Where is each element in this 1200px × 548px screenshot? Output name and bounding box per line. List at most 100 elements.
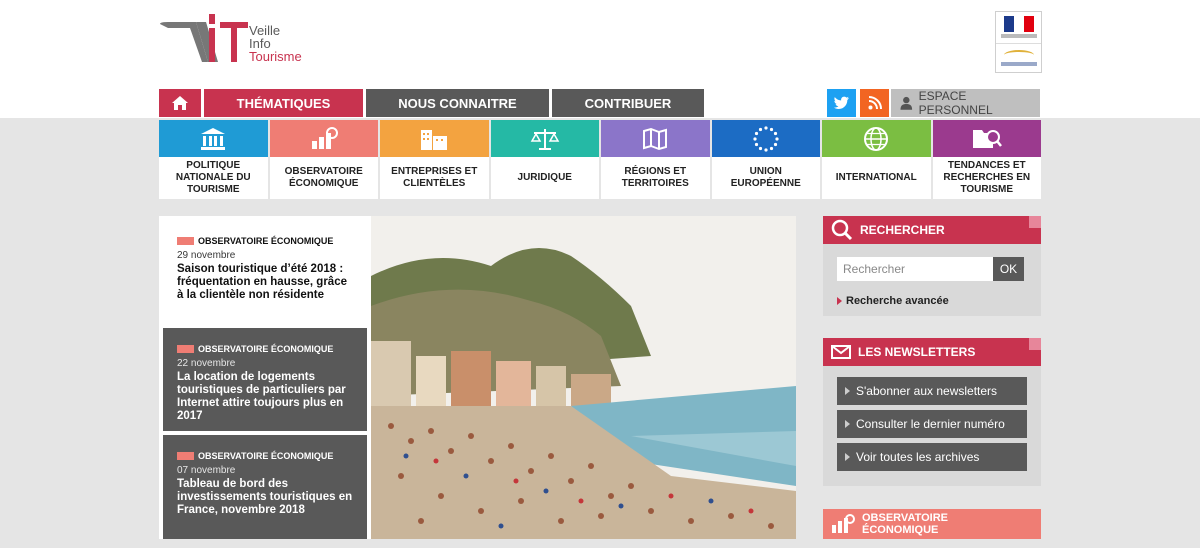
latest-issue-button[interactable]: Consulter le dernier numéro: [837, 410, 1027, 438]
theme-label: UNION EUROPÉENNE: [730, 166, 801, 189]
institution-icon: [201, 127, 226, 150]
news-item[interactable]: Observatoire économique 29 novembre Sais…: [163, 220, 367, 324]
theme-icon-area: [601, 120, 710, 157]
chart-icon: [831, 514, 855, 534]
ministry-text-mark: [1001, 62, 1037, 66]
theme-tendances-recherches[interactable]: TENDANCES ET RECHERCHES EN TOURISME: [932, 120, 1041, 199]
observatoire-panel-header[interactable]: OBSERVATOIRE ÉCONOMIQUE: [823, 509, 1041, 539]
search-panel-body: Rechercher OK Recherche avancée: [823, 244, 1041, 316]
theme-icon-area: [159, 120, 268, 157]
theme-icon-area: [490, 120, 599, 157]
news-category-label: Observatoire économique: [198, 344, 334, 354]
search-ok-button[interactable]: OK: [993, 257, 1024, 281]
theme-icon-area: [711, 120, 820, 157]
themes-bar: POLITIQUE NATIONALE DU TOURISME OBSERVAT…: [159, 120, 1041, 199]
search-panel-header: RECHERCHER: [823, 216, 1041, 244]
search-folder-icon: [972, 129, 1002, 148]
theme-regions-territoires[interactable]: RÉGIONS ET TERRITOIRES: [601, 120, 710, 199]
caret-right-icon: [845, 453, 850, 461]
nav-contribuer[interactable]: CONTRIBUER: [552, 89, 704, 117]
theme-icon-area: [269, 120, 378, 157]
newsletters-panel: LES NEWSLETTERS S'abonner aux newsletter…: [823, 338, 1041, 486]
news-category: Observatoire économique: [177, 451, 353, 461]
observatoire-title-line1: OBSERVATOIRE: [862, 512, 948, 524]
news-category: Observatoire économique: [177, 344, 353, 354]
theme-label: TENDANCES ET RECHERCHES EN TOURISME: [943, 160, 1031, 195]
newsletter-button-label: Consulter le dernier numéro: [856, 417, 1005, 431]
observatoire-title-line2: ÉCONOMIQUE: [862, 524, 939, 536]
search-input[interactable]: Rechercher: [837, 257, 993, 281]
newsletters-panel-header: LES NEWSLETTERS: [823, 338, 1041, 366]
envelope-icon: [831, 345, 851, 359]
ministry-emblem-icon: [1004, 50, 1034, 60]
category-chip-icon: [177, 345, 194, 353]
news-date: 07 novembre: [177, 465, 236, 476]
french-flag-icon: [1004, 16, 1034, 32]
government-logos[interactable]: [995, 11, 1042, 73]
observatoire-panel-title: OBSERVATOIRE ÉCONOMIQUE: [862, 512, 948, 536]
theme-icon-area: [822, 120, 931, 157]
news-title: Saison touristique d’été 2018 : fréquent…: [177, 263, 347, 301]
observatoire-panel: OBSERVATOIRE ÉCONOMIQUE: [823, 509, 1041, 548]
theme-label: JURIDIQUE: [517, 172, 572, 183]
rss-button[interactable]: [860, 89, 889, 117]
theme-label: RÉGIONS ET TERRITOIRES: [621, 166, 689, 189]
rss-icon: [868, 96, 882, 110]
news-list: Observatoire économique 29 novembre Sais…: [159, 216, 401, 539]
search-row: Rechercher OK: [823, 244, 1041, 289]
news-title: Tableau de bord des investissements tour…: [177, 478, 353, 516]
news-category: Observatoire économique: [177, 236, 353, 246]
search-icon: [831, 219, 853, 241]
news-slider: Observatoire économique 29 novembre Sais…: [159, 216, 796, 539]
slider-photo-beach[interactable]: [371, 216, 796, 539]
category-chip-icon: [177, 452, 194, 460]
archives-button[interactable]: Voir toutes les archives: [837, 443, 1027, 471]
newsletter-button-label: Voir toutes les archives: [856, 450, 980, 464]
theme-label: ENTREPRISES ET CLIENTÈLES: [391, 166, 478, 189]
nav-nous-connaitre[interactable]: NOUS CONNAITRE: [366, 89, 549, 117]
home-icon: [172, 96, 188, 110]
beach-photo-illustration: [371, 216, 796, 539]
divider: [996, 43, 1041, 44]
user-icon: [900, 96, 913, 110]
caret-right-icon: [845, 420, 850, 428]
news-item[interactable]: Observatoire économique 07 novembre Tabl…: [163, 435, 367, 539]
corner-deco-icon: [1023, 338, 1041, 356]
globe-icon: [864, 126, 889, 151]
caret-right-icon: [837, 297, 842, 305]
theme-international[interactable]: INTERNATIONAL: [822, 120, 931, 199]
news-item[interactable]: Observatoire économique 22 novembre La l…: [163, 328, 367, 431]
espace-personnel-button[interactable]: ESPACE PERSONNEL: [891, 89, 1040, 117]
subscribe-newsletter-button[interactable]: S'abonner aux newsletters: [837, 377, 1027, 405]
eu-stars-icon: [753, 125, 779, 152]
twitter-icon: [833, 96, 849, 109]
map-icon: [643, 127, 668, 150]
theme-union-europeenne[interactable]: UNION EUROPÉENNE: [711, 120, 820, 199]
newsletter-button-label: S'abonner aux newsletters: [856, 384, 998, 398]
theme-label: OBSERVATOIRE ÉCONOMIQUE: [284, 166, 363, 189]
search-panel: RECHERCHER Rechercher OK Recherche avanc…: [823, 216, 1041, 316]
theme-observatoire-economique[interactable]: OBSERVATOIRE ÉCONOMIQUE: [269, 120, 378, 199]
nav-thematiques[interactable]: THÉMATIQUES: [204, 89, 363, 117]
category-chip-icon: [177, 237, 194, 245]
theme-entreprises-clienteles[interactable]: ENTREPRISES ET CLIENTÈLES: [380, 120, 489, 199]
nav-home-button[interactable]: [159, 89, 201, 117]
theme-politique-nationale[interactable]: POLITIQUE NATIONALE DU TOURISME: [159, 120, 268, 199]
newsletters-panel-body: S'abonner aux newsletters Consulter le d…: [823, 366, 1041, 486]
site-header: Veille Info Tourisme THÉMATIQUES NOUS CO…: [0, 0, 1200, 118]
caret-right-icon: [845, 387, 850, 395]
advanced-search-label: Recherche avancée: [846, 295, 949, 307]
chart-icon: [311, 126, 338, 149]
theme-label: POLITIQUE NATIONALE DU TOURISME: [175, 160, 251, 195]
logo-word-tourisme: Tourisme: [249, 49, 302, 64]
espace-personnel-label: ESPACE PERSONNEL: [918, 89, 993, 117]
scales-icon: [530, 128, 560, 150]
republique-text-mark: [1001, 34, 1037, 38]
logo-text: Veille Info Tourisme: [249, 24, 302, 63]
advanced-search-link[interactable]: Recherche avancée: [823, 289, 1041, 315]
twitter-button[interactable]: [827, 89, 856, 117]
theme-icon-area: [932, 120, 1041, 157]
news-date: 29 novembre: [177, 250, 236, 261]
search-panel-title: RECHERCHER: [860, 223, 945, 237]
theme-juridique[interactable]: JURIDIQUE: [490, 120, 599, 199]
